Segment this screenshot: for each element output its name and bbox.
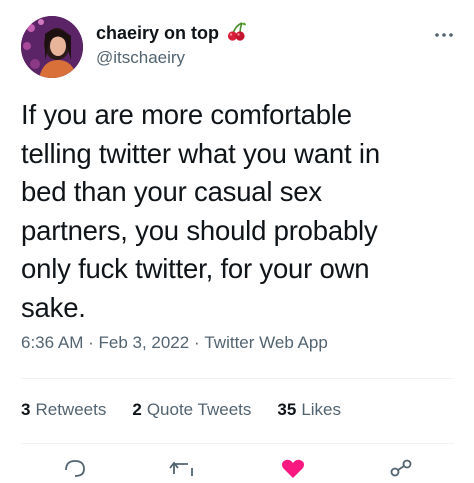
retweets-label: Retweets (35, 400, 107, 419)
retweets-stat[interactable]: 3 Retweets (21, 400, 106, 420)
share-icon[interactable] (388, 458, 414, 483)
tweet-line: bed than your casual sex (21, 176, 322, 207)
likes-label: Likes (301, 400, 342, 419)
quotes-label: Quote Tweets (146, 400, 252, 419)
action-bar (0, 458, 474, 478)
meta-separator: · (189, 333, 205, 352)
like-icon[interactable] (280, 458, 306, 483)
tweet-line: If you are more comfortable (21, 99, 352, 130)
tweet-date[interactable]: Feb 3, 2022 (98, 333, 189, 353)
tweet-time[interactable]: 6:36 AM (21, 333, 83, 353)
divider (21, 378, 454, 379)
tweet-stats: 3 Retweets 2 Quote Tweets 35 Likes (21, 400, 341, 420)
handle[interactable]: @itschaeiry (96, 48, 185, 68)
retweet-icon[interactable] (168, 458, 198, 483)
quotes-count: 2 (132, 400, 142, 419)
tweet-line: sake. (21, 291, 86, 323)
tweet-line: telling twitter what you want in (21, 137, 380, 169)
meta-separator: · (83, 333, 99, 352)
avatar[interactable] (21, 16, 83, 78)
cherries-icon (225, 20, 247, 47)
tweet-line: only fuck twitter, for your own (21, 253, 370, 284)
divider (21, 443, 454, 444)
avatar-image (21, 16, 83, 78)
tweet-text: If you are more comfortable telling twit… (21, 96, 461, 327)
more-icon[interactable] (434, 28, 454, 38)
retweets-count: 3 (21, 400, 31, 419)
tweet-source[interactable]: Twitter Web App (204, 333, 327, 353)
reply-icon[interactable] (62, 458, 88, 483)
name-row: chaeiry on top (96, 20, 247, 47)
likes-count: 35 (277, 400, 297, 419)
tweet-meta: 6:36 AM · Feb 3, 2022 · Twitter Web App (21, 333, 328, 353)
display-name[interactable]: chaeiry on top (96, 23, 219, 44)
quotes-stat[interactable]: 2 Quote Tweets (132, 400, 251, 420)
tweet-line: partners, you should probably (21, 214, 378, 246)
likes-stat[interactable]: 35 Likes (277, 400, 341, 420)
